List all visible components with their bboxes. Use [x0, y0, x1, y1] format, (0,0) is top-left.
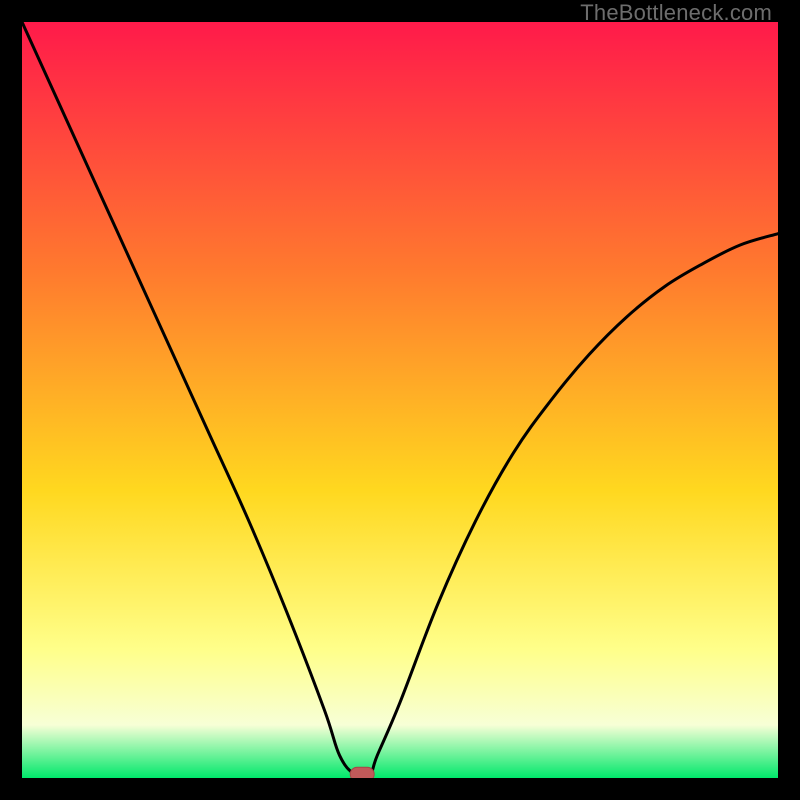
gradient-backdrop — [22, 22, 778, 778]
chart-frame — [22, 22, 778, 778]
bottleneck-chart — [22, 22, 778, 778]
optimal-marker — [350, 767, 374, 778]
